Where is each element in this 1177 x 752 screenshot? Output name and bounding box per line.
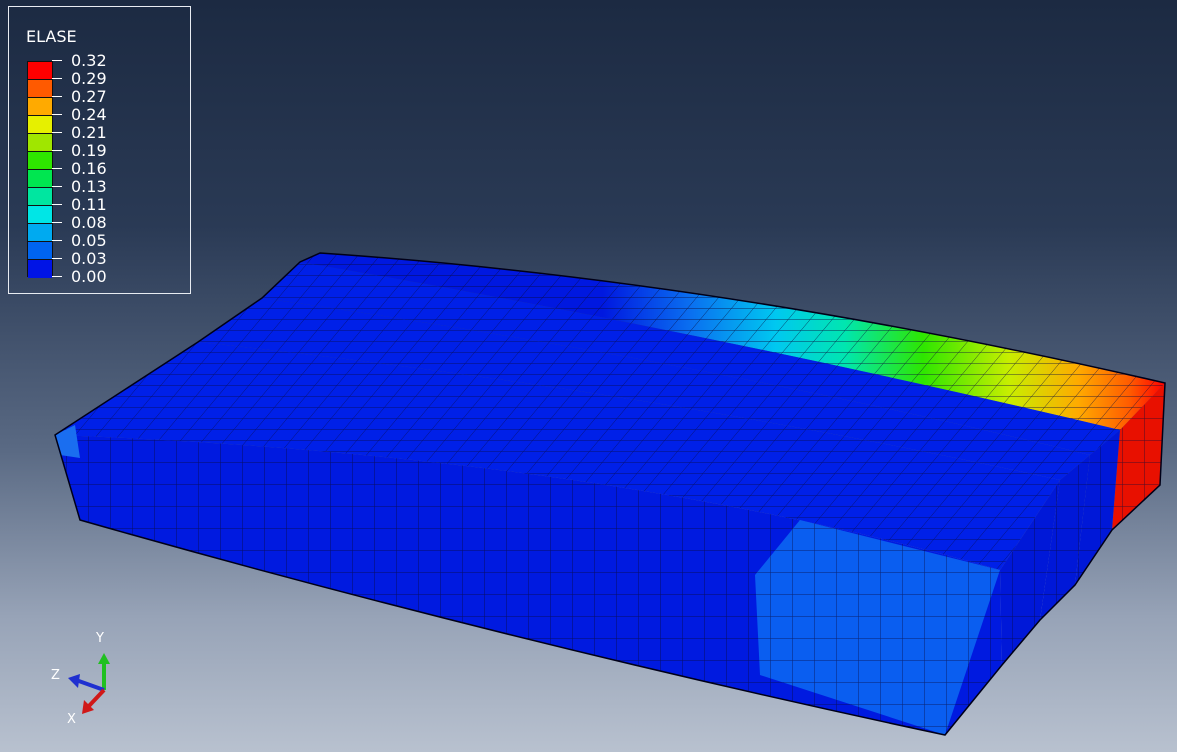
legend-tick-label: 0.21 (49, 125, 107, 141)
contour-legend: ELASE 0.32 0.29 0.27 0.24 0.21 0.19 0.16 0.13 0.… (8, 6, 191, 294)
z-axis-arrow (75, 678, 105, 692)
legend-title: ELASE (26, 27, 77, 46)
z-axis-label: Z (51, 668, 60, 683)
legend-tick-label: 0.08 (49, 215, 107, 231)
legend-tick-label: 0.19 (49, 143, 107, 159)
x-axis-label: X (67, 712, 76, 727)
legend-tick-label: 0.03 (49, 251, 107, 267)
view-triad: Y Z X (51, 631, 110, 727)
y-axis-label: Y (95, 631, 104, 646)
legend-tick-label: 0.00 (49, 269, 107, 285)
legend-tick-label: 0.29 (49, 71, 107, 87)
legend-tick-label: 0.11 (49, 197, 107, 213)
legend-tick-label: 0.16 (49, 161, 107, 177)
legend-tick-label: 0.05 (49, 233, 107, 249)
x-axis-arrow (86, 688, 106, 709)
legend-tick-label: 0.27 (49, 89, 107, 105)
legend-tick-label: 0.24 (49, 107, 107, 123)
legend-tick-label: 0.32 (49, 53, 107, 69)
legend-tick-label: 0.13 (49, 179, 107, 195)
